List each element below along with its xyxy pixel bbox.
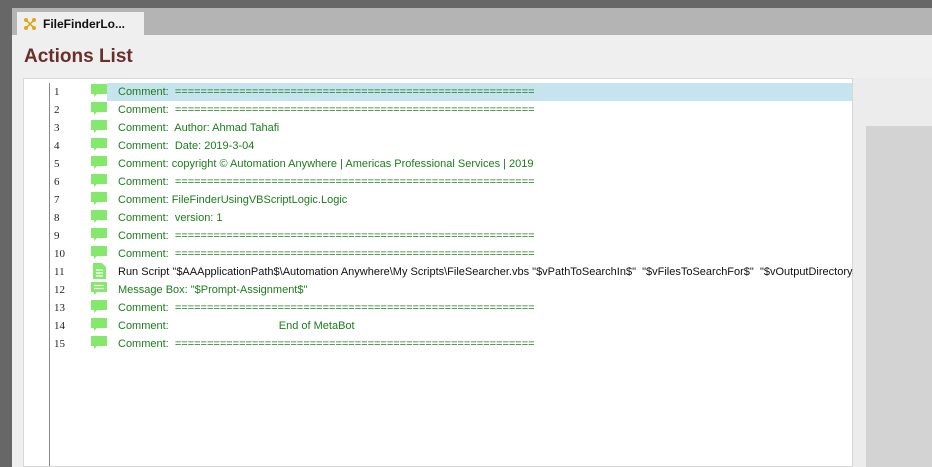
line-number: 5 <box>54 158 60 170</box>
action-text: Comment: Date: 2019-3-04 <box>118 140 255 152</box>
action-text: Comment: copyright © Automation Anywhere… <box>118 158 534 170</box>
comment-icon <box>90 335 108 356</box>
action-row[interactable]: 2 Comment: =============================… <box>24 101 852 119</box>
action-text: Comment: FileFinderUsingVBScriptLogic.Lo… <box>118 194 348 206</box>
action-row[interactable]: 11 Run Script "$AAApplicationPath$\Autom… <box>24 263 863 281</box>
action-text: Run Script "$AAApplicationPath$\Automati… <box>118 266 863 278</box>
action-text: Comment: version: 1 <box>118 212 223 224</box>
line-number: 15 <box>54 338 65 350</box>
line-number: 10 <box>54 248 65 260</box>
line-number: 7 <box>54 194 60 206</box>
action-text: Comment: ===============================… <box>118 86 535 98</box>
action-text: Comment: ===============================… <box>118 230 535 242</box>
action-text: Comment: End of MetaBot <box>118 320 355 332</box>
main-content: Actions List 1 Comment: ================… <box>12 35 932 467</box>
line-number: 12 <box>54 284 65 296</box>
side-panel <box>853 78 932 467</box>
side-panel-inner <box>866 126 932 467</box>
action-row[interactable]: 1 Comment: =============================… <box>24 83 852 101</box>
actions-list[interactable]: 1 Comment: =============================… <box>23 78 863 467</box>
action-row[interactable]: 7 Comment: FileFinderUsingVBScriptLogic.… <box>24 191 852 209</box>
action-text: Message Box: "$Prompt-Assignment$" <box>118 284 308 296</box>
action-row[interactable]: 4 Comment: Date: 2019-3-04 <box>24 137 852 155</box>
action-row[interactable]: 13 Comment: ============================… <box>24 299 852 317</box>
line-number: 11 <box>54 266 65 278</box>
line-number: 1 <box>54 86 60 98</box>
action-row[interactable]: 14 Comment: End of MetaBot <box>24 317 852 335</box>
tab-label: FileFinderLo... <box>43 16 126 31</box>
line-number: 14 <box>54 320 65 332</box>
action-row[interactable]: 6 Comment: =============================… <box>24 173 852 191</box>
line-number: 9 <box>54 230 60 242</box>
action-text: Comment: ===============================… <box>118 302 535 314</box>
action-row[interactable]: 5 Comment: copyright © Automation Anywhe… <box>24 155 852 173</box>
action-row[interactable]: 8 Comment: version: 1 <box>24 209 852 227</box>
action-row[interactable]: 10 Comment: ============================… <box>24 245 852 263</box>
metabot-icon <box>24 17 36 30</box>
action-text: Comment: ===============================… <box>118 176 535 188</box>
line-number: 6 <box>54 176 60 188</box>
action-row[interactable]: 15 Comment: ============================… <box>24 335 852 353</box>
page-title: Actions List <box>24 46 133 67</box>
line-number: 4 <box>54 140 60 152</box>
line-number: 8 <box>54 212 60 224</box>
tab-bar: FileFinderLo... <box>12 8 932 35</box>
tab-filefinder[interactable]: FileFinderLo... <box>17 12 144 35</box>
action-row[interactable]: 12 Message Box: "$Prompt-Assignment$" <box>24 281 852 299</box>
action-row[interactable]: 9 Comment: =============================… <box>24 227 852 245</box>
action-text: Comment: Author: Ahmad Tahafi <box>118 122 280 134</box>
line-number: 13 <box>54 302 65 314</box>
line-number: 3 <box>54 122 60 134</box>
action-text: Comment: ===============================… <box>118 338 535 350</box>
line-number: 2 <box>54 104 60 116</box>
action-row[interactable]: 3 Comment: Author: Ahmad Tahafi <box>24 119 852 137</box>
action-text: Comment: ===============================… <box>118 248 535 260</box>
action-text: Comment: ===============================… <box>118 104 535 116</box>
